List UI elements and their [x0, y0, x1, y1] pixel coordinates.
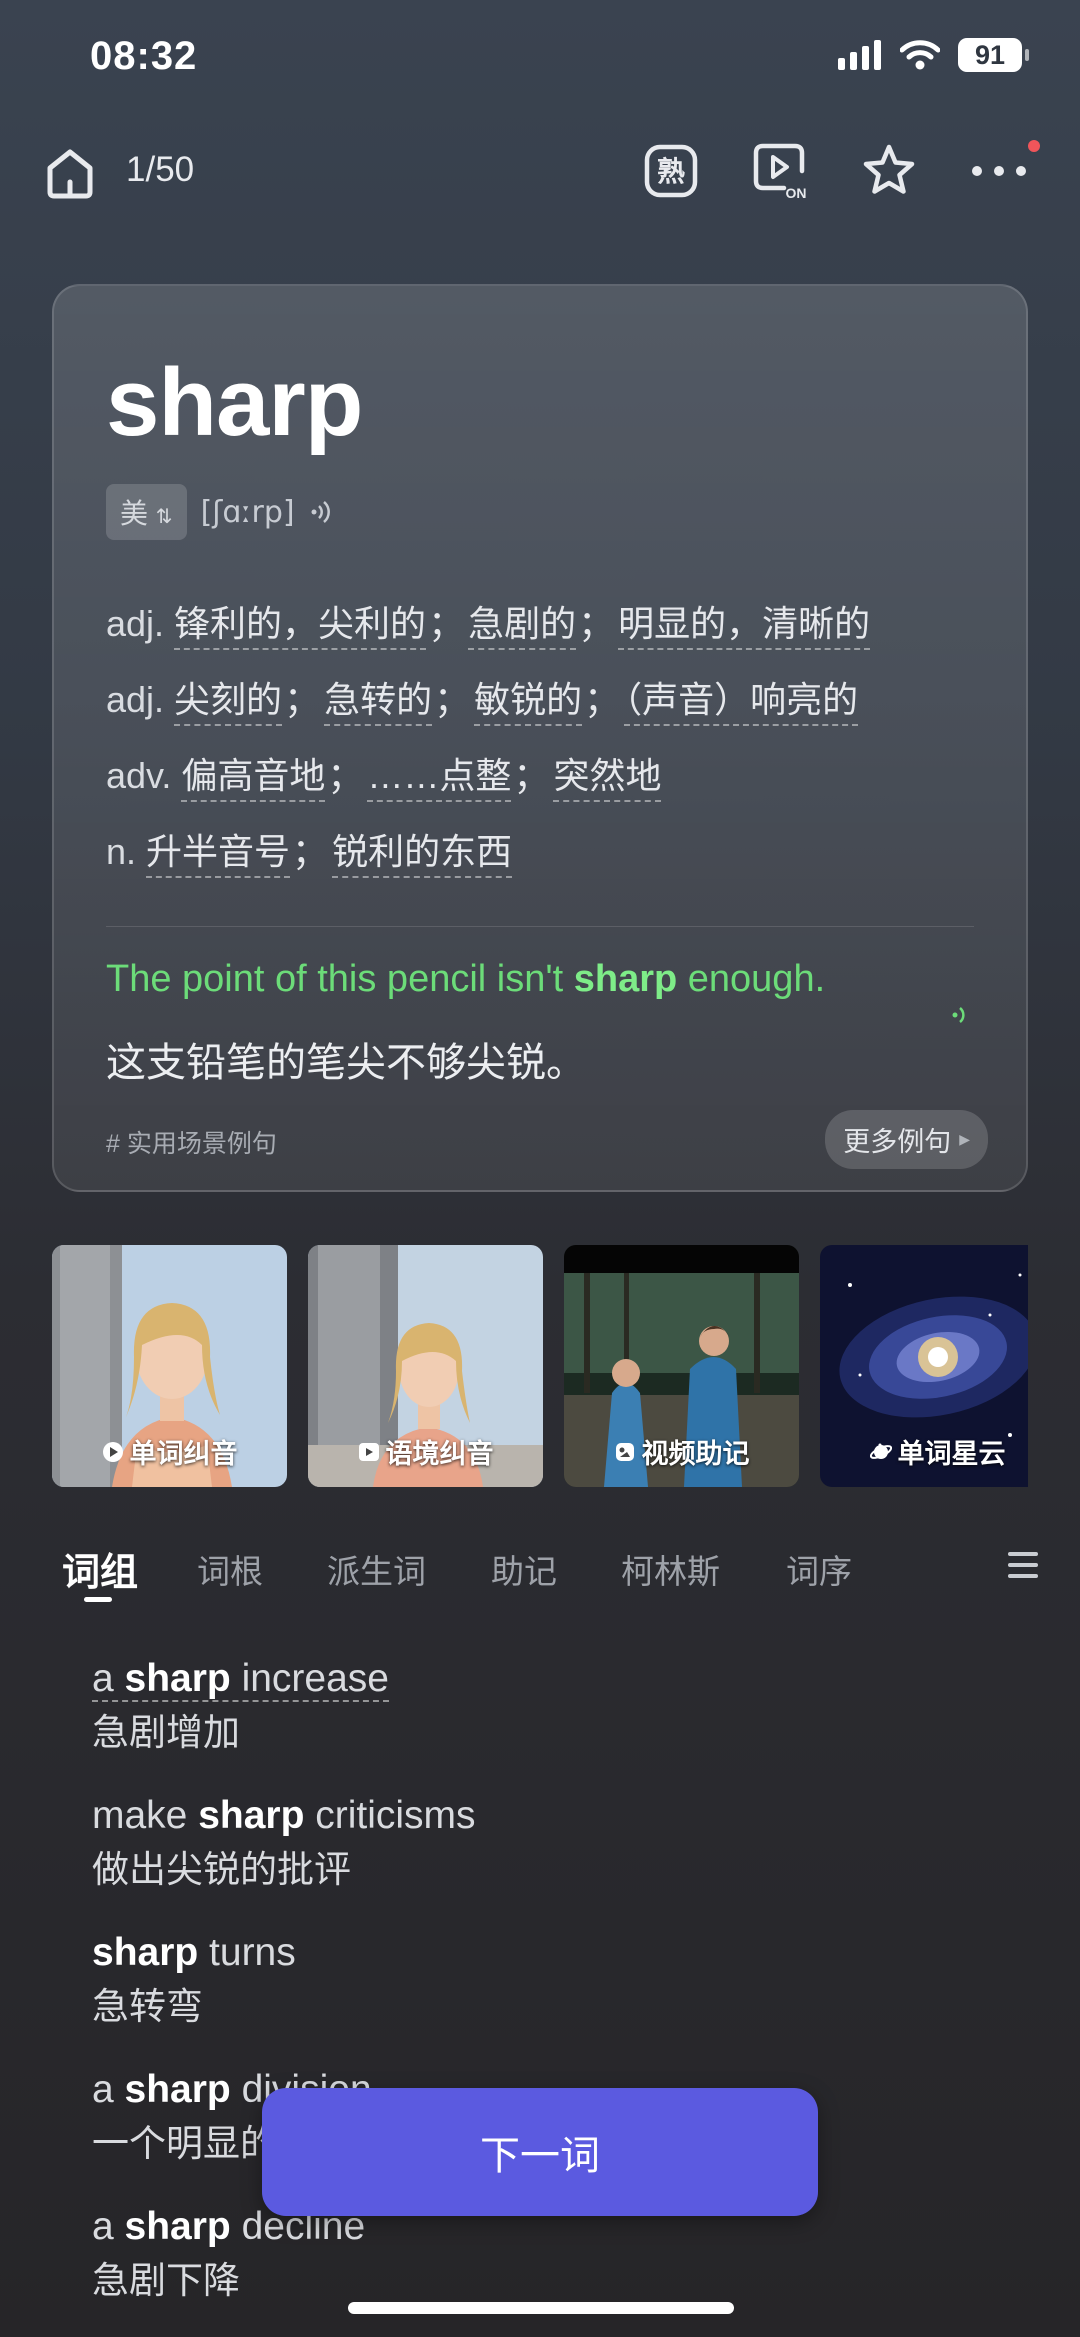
media-carousel: 单词纠音 语境纠音 视频助记 单词星云	[52, 1245, 1028, 1487]
meaning[interactable]: 急剧的	[468, 603, 577, 650]
battery-icon: 91	[958, 38, 1029, 72]
meaning[interactable]: 敏锐的	[474, 679, 583, 726]
definition-line: n. 升半音号； 锐利的东西	[106, 814, 986, 890]
list-item[interactable]: a sharp decline 急剧下降	[92, 2200, 992, 2337]
cellular-signal-icon	[838, 40, 881, 70]
accent-switch-button[interactable]: 美 ⇅	[106, 484, 187, 540]
meaning[interactable]: 尖刻的	[174, 679, 283, 726]
meaning[interactable]: 突然地	[553, 755, 662, 802]
list-item[interactable]: sharp turns 急转弯	[92, 1926, 992, 2063]
svg-text:ON: ON	[786, 185, 807, 201]
swap-icon: ⇅	[155, 506, 173, 528]
tab-mnemonics[interactable]: 助记	[491, 1545, 557, 1593]
star-icon	[863, 144, 915, 194]
divider	[106, 926, 974, 927]
phrase-list: a sharp increase 急剧增加 make sharp critici…	[92, 1652, 992, 2337]
meaning[interactable]: 明显的，清晰的	[618, 603, 871, 650]
play-icon	[102, 1441, 123, 1462]
menu-icon[interactable]	[1006, 1549, 1040, 1581]
definition-line: adj. 锋利的，尖利的； 急剧的； 明显的，清晰的	[106, 586, 986, 662]
context-video-thumb[interactable]: 语境纠音	[308, 1245, 543, 1487]
home-indicator[interactable]	[348, 2302, 734, 2314]
more-dots-icon	[972, 166, 1026, 176]
definition-line: adv. 偏高音地； ……点整； 突然地	[106, 738, 986, 814]
meaning[interactable]: 急转的	[324, 679, 433, 726]
familiar-toggle-button[interactable]: 熟	[640, 140, 702, 202]
meaning[interactable]: 升半音号	[146, 831, 291, 878]
notification-dot	[1028, 140, 1040, 152]
more-examples-label: 更多例句	[843, 1127, 952, 1157]
video-icon	[358, 1442, 379, 1461]
example-tag: # 实用场景例句	[106, 1130, 277, 1158]
example-audio-icon[interactable]	[952, 1004, 970, 1026]
familiar-icon: 熟	[644, 144, 698, 198]
svg-text:熟: 熟	[657, 155, 685, 188]
tab-derivatives[interactable]: 派生词	[327, 1545, 426, 1593]
brain-icon	[615, 1442, 634, 1461]
pronunciation-row: 美 ⇅ [ʃɑːrp]	[106, 484, 335, 540]
tab-word-order[interactable]: 词序	[786, 1545, 852, 1593]
headword: sharp	[106, 349, 363, 456]
audio-icon[interactable]	[309, 499, 335, 525]
status-bar: 08:32 91	[0, 0, 1080, 120]
meaning[interactable]: 锐利的东西	[332, 831, 513, 878]
tab-collins[interactable]: 柯林斯	[621, 1545, 720, 1593]
word-nebula-thumb[interactable]: 单词星云	[820, 1245, 1028, 1487]
phonetic-text: [ʃɑːrp]	[200, 494, 295, 530]
wifi-icon	[900, 40, 940, 70]
list-item[interactable]: a sharp increase 急剧增加	[92, 1652, 992, 1789]
meaning[interactable]: （声音）响亮的	[624, 679, 859, 726]
detail-tabs: 词组 词根 派生词 助记 柯林斯 词序	[0, 1535, 1080, 1605]
more-examples-button[interactable]: 更多例句 ▶	[825, 1110, 988, 1169]
auto-play-video-button[interactable]: ON	[750, 140, 812, 202]
definition-line: adj. 尖刻的； 急转的； 敏锐的； （声音）响亮的	[106, 662, 986, 738]
status-icons: 91	[838, 38, 1029, 72]
active-tab-indicator	[84, 1597, 112, 1602]
accent-label: 美	[120, 498, 149, 529]
list-item[interactable]: make sharp criticisms 做出尖锐的批评	[92, 1789, 992, 1926]
mnemonic-video-thumb[interactable]: 视频助记	[564, 1245, 799, 1487]
top-bar: 1/50 熟 ON	[0, 130, 1080, 214]
home-icon[interactable]	[40, 142, 100, 202]
tab-roots[interactable]: 词根	[197, 1545, 263, 1593]
planet-icon	[869, 1444, 892, 1459]
meaning[interactable]: ……点整	[367, 755, 512, 802]
video-on-icon: ON	[753, 143, 807, 201]
word-progress: 1/50	[126, 150, 195, 189]
example-sentence[interactable]: The point of this pencil isn't sharp eno…	[106, 958, 825, 1001]
favorite-button[interactable]	[858, 140, 920, 202]
example-translation: 这支铅笔的笔尖不够尖锐。	[106, 1041, 586, 1085]
pronunciation-video-thumb[interactable]: 单词纠音	[52, 1245, 287, 1487]
more-options-button[interactable]	[968, 140, 1030, 202]
meaning[interactable]: 偏高音地	[181, 755, 326, 802]
caret-right-icon: ▶	[959, 1131, 970, 1147]
meaning[interactable]: 锋利的，尖利的	[174, 603, 427, 650]
status-time: 08:32	[90, 34, 198, 78]
word-card: sharp 美 ⇅ [ʃɑːrp] adj. 锋利的，尖利的； 急剧的； 明显的，清晰…	[52, 284, 1028, 1192]
next-word-button[interactable]: 下一词	[262, 2088, 818, 2216]
tab-phrases[interactable]: 词组	[62, 1541, 138, 1596]
definitions: adj. 锋利的，尖利的； 急剧的； 明显的，清晰的 adj. 尖刻的； 急转的； 敏锐的；…	[106, 586, 986, 890]
